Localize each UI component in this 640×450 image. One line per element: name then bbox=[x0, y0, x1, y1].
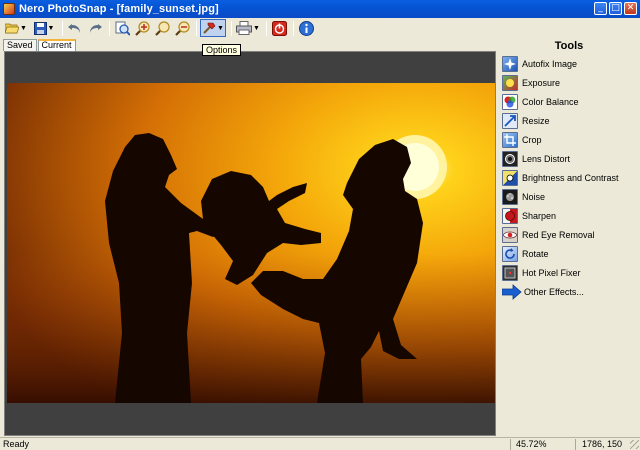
tool-hot-pixel-fixer[interactable]: Hot Pixel Fixer bbox=[502, 263, 619, 282]
toolbar-separator bbox=[196, 20, 197, 36]
tool-rotate[interactable]: Rotate bbox=[502, 244, 619, 263]
main-toolbar: ▼ ▼ ▼ ▼ bbox=[0, 18, 640, 38]
save-button[interactable]: ▼ bbox=[31, 19, 57, 37]
tool-label: Sharpen bbox=[522, 210, 557, 221]
tool-crop[interactable]: Crop bbox=[502, 130, 619, 149]
arrow-right-icon bbox=[502, 284, 522, 300]
toolbar-separator bbox=[109, 20, 110, 36]
rotate-icon bbox=[502, 245, 518, 262]
window-title: Nero PhotoSnap - [family_sunset.jpg] bbox=[19, 3, 219, 15]
noise-icon bbox=[502, 188, 518, 205]
tools-title: Tools bbox=[554, 40, 584, 52]
tool-sharpen[interactable]: Sharpen bbox=[502, 206, 619, 225]
zoom-actual-button[interactable] bbox=[153, 19, 171, 37]
tool-label: Exposure bbox=[522, 77, 561, 88]
tool-label: Red Eye Removal bbox=[522, 229, 595, 240]
app-icon bbox=[3, 3, 15, 15]
print-button[interactable]: ▼ bbox=[235, 19, 261, 37]
power-icon bbox=[271, 20, 287, 36]
view-tabs: Saved Current bbox=[3, 39, 77, 51]
tool-noise[interactable]: Noise bbox=[502, 187, 619, 206]
toolbar-separator bbox=[293, 20, 294, 36]
tool-color-balance[interactable]: Color Balance bbox=[502, 92, 619, 111]
sunset-photo bbox=[7, 83, 495, 403]
tool-exposure[interactable]: Exposure bbox=[502, 73, 619, 92]
zoom-level: 45.72% bbox=[516, 439, 547, 449]
about-button[interactable] bbox=[297, 19, 315, 37]
other-effects-link[interactable]: Other Effects... bbox=[502, 284, 619, 300]
hammer-icon bbox=[203, 22, 216, 34]
lens-distort-icon bbox=[502, 150, 518, 167]
maximize-button[interactable]: □ bbox=[609, 2, 622, 15]
hot-pixel-icon bbox=[502, 264, 518, 281]
tool-resize[interactable]: Resize bbox=[502, 111, 619, 130]
sharpen-icon bbox=[502, 207, 518, 224]
tool-label: Rotate bbox=[522, 248, 549, 259]
title-bar: Nero PhotoSnap - [family_sunset.jpg] _ □… bbox=[0, 0, 640, 18]
zoom-actual-icon bbox=[154, 20, 170, 36]
cursor-coordinates: 1786, 150 bbox=[582, 439, 623, 449]
status-separator bbox=[575, 439, 576, 450]
brightness-contrast-icon bbox=[502, 169, 518, 186]
tools-panel: Tools Autofix Image Exposure Color Balan… bbox=[498, 38, 640, 436]
status-text: Ready bbox=[3, 439, 30, 449]
tool-label: Resize bbox=[522, 115, 550, 126]
tools-list: Autofix Image Exposure Color Balance Res… bbox=[502, 54, 619, 300]
zoom-fit-button[interactable] bbox=[113, 19, 131, 37]
tab-current[interactable]: Current bbox=[37, 39, 76, 51]
tool-autofix-image[interactable]: Autofix Image bbox=[502, 54, 619, 73]
tool-label: Lens Distort bbox=[522, 153, 571, 164]
status-separator bbox=[510, 439, 511, 450]
info-icon bbox=[298, 20, 314, 36]
zoom-out-button[interactable] bbox=[173, 19, 191, 37]
toolbar-separator bbox=[266, 20, 267, 36]
tool-red-eye-removal[interactable]: Red Eye Removal bbox=[502, 225, 619, 244]
open-button[interactable]: ▼ bbox=[3, 19, 29, 37]
resize-icon bbox=[502, 112, 518, 129]
tool-label: Hot Pixel Fixer bbox=[522, 267, 581, 278]
toolbar-separator bbox=[231, 20, 232, 36]
undo-icon bbox=[68, 24, 80, 33]
exposure-icon bbox=[502, 74, 518, 91]
close-button[interactable]: ✕ bbox=[624, 2, 637, 15]
floppy-disk-icon bbox=[33, 21, 47, 35]
crop-icon bbox=[502, 131, 518, 148]
redo-button[interactable] bbox=[86, 19, 104, 37]
tool-lens-distort[interactable]: Lens Distort bbox=[502, 149, 619, 168]
folder-open-icon bbox=[5, 23, 20, 34]
red-eye-icon bbox=[502, 226, 518, 243]
tool-label: Color Balance bbox=[522, 96, 579, 107]
other-effects-label: Other Effects... bbox=[524, 287, 584, 297]
status-bar: Ready 45.72% 1786, 150 bbox=[0, 437, 640, 450]
options-button[interactable]: ▼ bbox=[200, 19, 226, 37]
zoom-in-button[interactable] bbox=[133, 19, 151, 37]
undo-button[interactable] bbox=[66, 19, 84, 37]
tool-label: Autofix Image bbox=[522, 58, 578, 69]
resize-grip[interactable] bbox=[630, 440, 639, 449]
printer-icon bbox=[236, 21, 253, 35]
toolbar-separator bbox=[62, 20, 63, 36]
autofix-icon bbox=[502, 55, 518, 72]
tool-brightness-contrast[interactable]: Brightness and Contrast bbox=[502, 168, 619, 187]
tab-saved[interactable]: Saved bbox=[3, 39, 37, 51]
tool-label: Crop bbox=[522, 134, 542, 145]
zoom-fit-icon bbox=[115, 21, 130, 36]
options-tooltip: Options bbox=[202, 44, 242, 56]
exit-button[interactable] bbox=[270, 19, 288, 37]
tool-label: Brightness and Contrast bbox=[522, 172, 619, 183]
tool-label: Noise bbox=[522, 191, 546, 202]
color-balance-icon bbox=[502, 93, 518, 110]
zoom-out-icon bbox=[174, 20, 190, 36]
redo-icon bbox=[90, 24, 102, 33]
image-viewport[interactable] bbox=[4, 51, 496, 436]
zoom-in-icon bbox=[134, 20, 150, 36]
minimize-button[interactable]: _ bbox=[594, 2, 607, 15]
